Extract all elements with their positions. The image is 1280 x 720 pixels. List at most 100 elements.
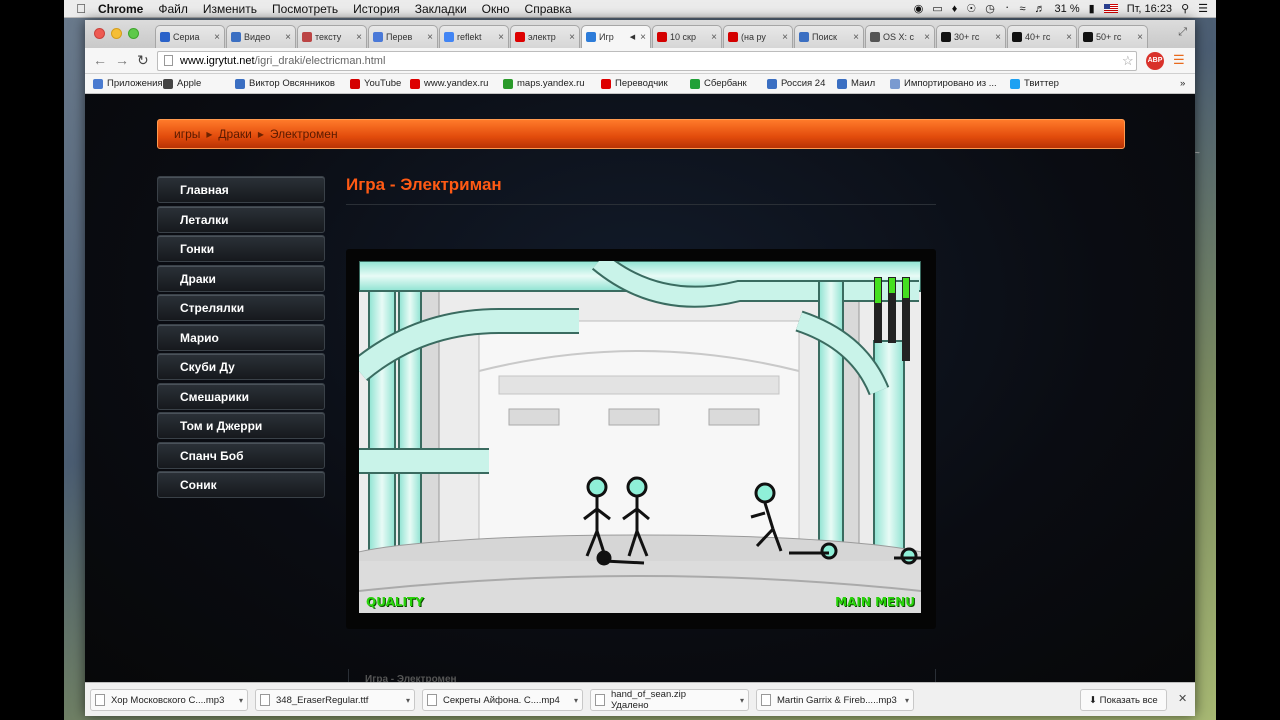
close-window-icon[interactable]: [94, 28, 105, 39]
close-tab-icon[interactable]: ×: [285, 32, 291, 43]
sidebar-item[interactable]: Драки: [157, 264, 325, 292]
bookmark-item[interactable]: Маил: [837, 78, 875, 89]
reload-icon[interactable]: ↻: [137, 52, 149, 69]
show-all-downloads-button[interactable]: ⬇ Показать все: [1080, 689, 1167, 711]
sidebar-item[interactable]: Том и Джерри: [157, 412, 325, 439]
tab-2[interactable]: тексту ×: [297, 25, 367, 48]
tab-3[interactable]: Перев ×: [368, 25, 438, 48]
bookmark-item[interactable]: maps.yandex.ru: [503, 78, 585, 89]
adblock-icon[interactable]: ABP: [1146, 52, 1164, 70]
menu-file[interactable]: Файл: [158, 2, 188, 16]
tab-6[interactable]: Игр ◀ ×: [581, 25, 651, 48]
close-tab-icon[interactable]: ×: [356, 32, 362, 43]
bluetooth-icon[interactable]: ᛫: [1004, 3, 1011, 15]
close-downloads-icon[interactable]: ✕: [1178, 692, 1187, 705]
tab-13[interactable]: 50+ гс ×: [1078, 25, 1148, 48]
us-flag-icon[interactable]: [1103, 4, 1118, 13]
battery-percent[interactable]: 31 %: [1055, 3, 1080, 15]
fullscreen-icon[interactable]: ⤢: [1178, 26, 1187, 39]
close-tab-icon[interactable]: ×: [214, 32, 220, 43]
close-tab-icon[interactable]: ×: [711, 32, 717, 43]
zoom-window-icon[interactable]: [128, 28, 139, 39]
minimize-window-icon[interactable]: [111, 28, 122, 39]
sidebar-item[interactable]: Соник: [157, 471, 325, 498]
volume-icon[interactable]: ♬: [1035, 3, 1046, 15]
sidebar-item[interactable]: Марио: [157, 323, 325, 351]
sidebar-item[interactable]: Спанч Боб: [157, 441, 325, 469]
bookmark-item[interactable]: Импортировано из ...: [890, 78, 997, 89]
sidebar-item[interactable]: Леталки: [157, 205, 325, 233]
battery-icon[interactable]: ▮: [1089, 2, 1095, 15]
close-tab-icon[interactable]: ×: [995, 32, 1001, 43]
bookmark-item[interactable]: YouTube: [350, 78, 401, 89]
menu-window[interactable]: Окно: [482, 2, 510, 16]
close-tab-icon[interactable]: ×: [782, 32, 788, 43]
menu-edit[interactable]: Изменить: [203, 2, 257, 16]
main-menu-button[interactable]: MAIN MENU: [835, 595, 915, 609]
close-tab-icon[interactable]: ×: [498, 32, 504, 43]
download-menu-icon[interactable]: ▾: [406, 696, 410, 705]
close-tab-icon[interactable]: ×: [427, 32, 433, 43]
close-tab-icon[interactable]: ×: [853, 32, 859, 43]
bookmark-item[interactable]: Сбербанк: [690, 78, 747, 89]
breadcrumb-link-games[interactable]: игры: [174, 127, 200, 141]
download-item[interactable]: 348_EraserRegular.ttf ▾: [255, 689, 415, 711]
download-item[interactable]: hand_of_sean.zip Удалено ▾: [590, 689, 749, 711]
menu-view[interactable]: Посмотреть: [272, 2, 338, 16]
tab-8[interactable]: (на ру ×: [723, 25, 793, 48]
download-menu-icon[interactable]: ▾: [905, 696, 909, 705]
download-item[interactable]: Секреты Айфона. С....mp4 ▾: [422, 689, 583, 711]
bookmark-item[interactable]: Россия 24: [767, 78, 825, 89]
sidebar-item[interactable]: Стрелялки: [157, 294, 325, 321]
bookmark-item[interactable]: Виктор Овсянников: [235, 78, 335, 89]
bookmark-item[interactable]: Твиттер: [1010, 78, 1059, 89]
notification-center-icon[interactable]: ☰: [1198, 2, 1208, 15]
quality-button[interactable]: QUALITY: [366, 595, 424, 609]
forward-icon[interactable]: →: [115, 52, 129, 68]
close-tab-icon[interactable]: ×: [1066, 32, 1072, 43]
game-canvas[interactable]: QUALITY MAIN MENU: [359, 261, 921, 613]
back-icon[interactable]: ←: [93, 52, 107, 68]
bookmark-item[interactable]: www.yandex.ru: [410, 78, 488, 89]
tab-0[interactable]: Сериа ×: [155, 25, 225, 48]
tab-4[interactable]: reflekt ×: [439, 25, 509, 48]
tab-10[interactable]: OS X: с ×: [865, 25, 935, 48]
address-bar[interactable]: www.igrytut.net/igri_draki/electricman.h…: [157, 51, 1137, 71]
sidebar-item[interactable]: Смешарики: [157, 382, 325, 410]
clock[interactable]: Пт, 16:23: [1127, 3, 1172, 15]
close-tab-icon[interactable]: ×: [1137, 32, 1143, 43]
download-menu-icon[interactable]: ▾: [574, 696, 578, 705]
tab-5[interactable]: электр ×: [510, 25, 580, 48]
download-menu-icon[interactable]: ▾: [239, 696, 243, 705]
tab-12[interactable]: 40+ гс ×: [1007, 25, 1077, 48]
bookmark-item[interactable]: Приложения: [93, 78, 163, 89]
sidebar-item[interactable]: Скуби Ду: [157, 353, 325, 380]
close-tab-icon[interactable]: ×: [640, 32, 646, 43]
bookmark-item[interactable]: Apple: [163, 78, 201, 89]
download-item[interactable]: Хор Московского С....mp3 ▾: [90, 689, 248, 711]
menu-hamburger-icon[interactable]: ☰: [1173, 52, 1185, 68]
menu-bookmarks[interactable]: Закладки: [415, 2, 467, 16]
close-tab-icon[interactable]: ×: [924, 32, 930, 43]
menu-history[interactable]: История: [353, 2, 400, 16]
download-item[interactable]: Martin Garrix & Fireb.....mp3 ▾: [756, 689, 914, 711]
apple-menu-icon[interactable]: : [64, 1, 98, 16]
download-menu-icon[interactable]: ▾: [740, 696, 744, 705]
close-tab-icon[interactable]: ×: [569, 32, 575, 43]
tab-9[interactable]: Поиск ×: [794, 25, 864, 48]
bookmark-item[interactable]: Переводчик: [601, 78, 668, 89]
bell-icon[interactable]: ♦: [952, 3, 958, 15]
breadcrumb-link-fights[interactable]: Драки: [218, 127, 251, 141]
tab-7[interactable]: 10 скр ×: [652, 25, 722, 48]
spotlight-icon[interactable]: ⚲: [1181, 2, 1189, 15]
bookmarks-overflow-icon[interactable]: »: [1180, 78, 1185, 89]
record-icon[interactable]: ◉: [914, 2, 924, 15]
sidebar-item[interactable]: Гонки: [157, 235, 325, 262]
menu-help[interactable]: Справка: [525, 2, 572, 16]
menu-app-chrome[interactable]: Chrome: [98, 2, 143, 16]
tab-1[interactable]: Видео ×: [226, 25, 296, 48]
time-machine-icon[interactable]: ◷: [985, 2, 995, 15]
sidebar-item[interactable]: Главная: [157, 176, 325, 203]
star-icon[interactable]: ☆: [1122, 53, 1134, 69]
wifi-icon[interactable]: ≈: [1020, 3, 1026, 15]
